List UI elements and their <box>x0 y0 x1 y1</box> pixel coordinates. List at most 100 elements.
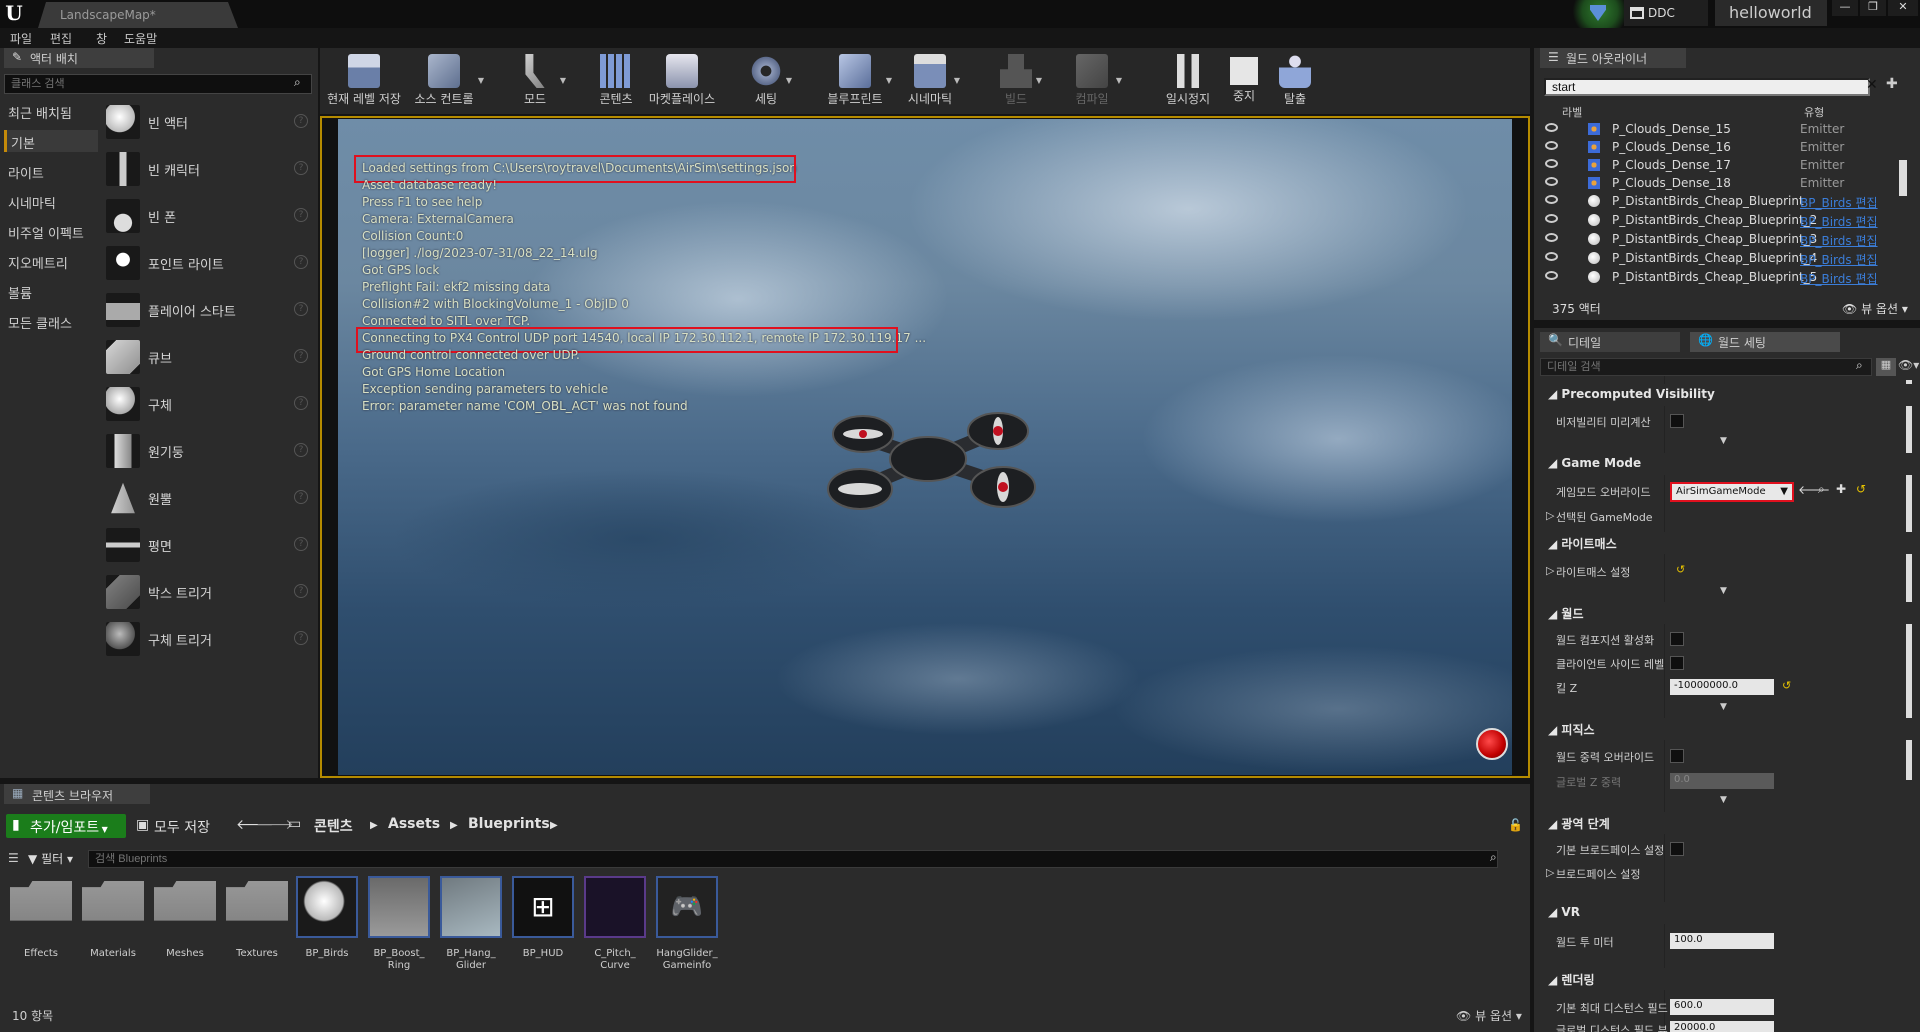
kill-z-input[interactable]: -10000000.0 <box>1670 679 1774 695</box>
outliner-row[interactable]: P_Clouds_Dense_17 Emitter <box>1542 156 1906 175</box>
prop-selected-gamemode[interactable]: ▷ 선택된 GameMode <box>1538 505 1914 527</box>
outliner-row[interactable]: P_Clouds_Dense_18 Emitter <box>1542 174 1906 193</box>
place-actors-tab[interactable]: ✎ 액터 배치 <box>4 48 154 68</box>
help-icon[interactable]: ? <box>294 537 308 551</box>
category-all-classes[interactable]: 모든 클래스 <box>4 310 96 332</box>
section-precomputed-visibility[interactable]: ◢ Precomputed Visibility <box>1538 384 1914 406</box>
section-broadphase[interactable]: ◢ 광역 단계 <box>1538 812 1914 834</box>
outliner-row[interactable]: P_DistantBirds_Cheap_Blueprint_3 BP_Birds… <box>1542 230 1906 249</box>
class-search-input[interactable] <box>4 74 312 94</box>
edit-blueprint-link[interactable]: BP_Birds 편집 <box>1800 251 1878 268</box>
category-cinematic[interactable]: 시네마틱 <box>4 190 96 212</box>
category-lights[interactable]: 라이트 <box>4 160 96 182</box>
place-item-empty-actor[interactable]: 빈 액터? <box>104 99 310 145</box>
place-item-sphere-trigger[interactable]: 구체 트리거? <box>104 616 310 662</box>
eye-icon[interactable]: 👁▾ <box>1898 358 1919 372</box>
help-icon[interactable]: ? <box>294 490 308 504</box>
details-tab[interactable]: 🔍 디테일 <box>1540 332 1680 352</box>
help-icon[interactable]: ? <box>294 208 308 222</box>
help-icon[interactable]: ? <box>294 396 308 410</box>
ddc-button[interactable]: DDC <box>1624 0 1708 26</box>
section-lightmass[interactable]: ◢ 라이트매스 <box>1538 532 1914 554</box>
expand-arrow-icon[interactable]: ▼ <box>1720 795 1727 805</box>
place-item-empty-character[interactable]: 빈 캐릭터? <box>104 146 310 192</box>
filter-button[interactable]: ▼ 필터 ▾ <box>28 850 73 867</box>
global-distance-field-input[interactable]: 20000.0 <box>1670 1021 1774 1032</box>
use-selected-arrow-icon[interactable]: 🡐 <box>1798 482 1830 497</box>
record-button[interactable] <box>1476 728 1508 760</box>
source-control-button[interactable]: 소스 컨트롤 ▼ <box>408 48 484 114</box>
place-item-plane[interactable]: 평면? <box>104 522 310 568</box>
eye-icon[interactable] <box>1545 271 1558 280</box>
edit-blueprint-link[interactable]: BP_Birds 편집 <box>1800 270 1878 287</box>
outliner-row[interactable]: P_DistantBirds_Cheap_Blueprint BP_Birds 편… <box>1542 192 1906 211</box>
help-icon[interactable]: ? <box>294 114 308 128</box>
category-basic[interactable]: 기본 <box>4 130 98 152</box>
edit-blueprint-link[interactable]: BP_Birds 편집 <box>1800 194 1878 211</box>
sources-toggle-icon[interactable]: ☰ <box>8 851 19 865</box>
outliner-row[interactable]: P_DistantBirds_Cheap_Blueprint_4 BP_Birds… <box>1542 249 1906 268</box>
breadcrumb-assets[interactable]: Assets <box>388 816 440 832</box>
content-browser-tab[interactable]: ▦ 콘텐츠 브라우저 <box>4 784 150 804</box>
pause-button[interactable]: 일시정지 <box>1164 48 1212 114</box>
checkbox[interactable] <box>1670 632 1684 646</box>
blueprints-button[interactable]: 블루프린트 ▼ <box>822 48 892 114</box>
edit-blueprint-link[interactable]: BP_Birds 편집 <box>1800 213 1878 230</box>
eye-icon[interactable] <box>1545 195 1558 204</box>
modes-button[interactable]: 모드 ▼ <box>508 48 566 114</box>
prop-lightmass-settings[interactable]: ▷ 라이트매스 설정 ↺ <box>1538 560 1914 582</box>
section-vr[interactable]: ◢ VR <box>1538 902 1914 924</box>
browse-icon[interactable]: ⌕ <box>1818 482 1825 497</box>
menu-edit[interactable]: 편집 <box>50 30 72 47</box>
eye-icon[interactable] <box>1545 252 1558 261</box>
column-header-label[interactable]: 라벨 <box>1562 104 1582 120</box>
place-item-box-trigger[interactable]: 박스 트리거? <box>104 569 310 615</box>
checkbox[interactable] <box>1670 842 1684 856</box>
content-button[interactable]: 콘텐츠 <box>590 48 642 114</box>
settings-button[interactable]: 세팅 ▼ <box>744 48 792 114</box>
help-icon[interactable]: ? <box>294 302 308 316</box>
category-recent[interactable]: 최근 배치됨 <box>4 100 96 122</box>
reset-icon[interactable]: ↺ <box>1676 563 1685 576</box>
compile-button[interactable]: 컴파일 ▼ <box>1066 48 1122 114</box>
global-gravity-input[interactable]: 0.0 <box>1670 773 1774 789</box>
help-icon[interactable]: ? <box>294 584 308 598</box>
lock-icon[interactable]: 🔓 <box>1508 818 1523 832</box>
eye-icon[interactable] <box>1545 214 1558 223</box>
place-item-point-light[interactable]: 포인트 라이트? <box>104 240 310 286</box>
outliner-search-input[interactable] <box>1544 78 1870 96</box>
add-actor-icon[interactable]: ✚ <box>1886 76 1898 92</box>
details-search-input[interactable] <box>1540 358 1872 376</box>
outliner-row[interactable]: P_DistantBirds_Cheap_Blueprint_5 BP_Birds… <box>1542 268 1906 287</box>
world-settings-tab[interactable]: 🌐 월드 세팅 <box>1690 332 1840 352</box>
folder-open-icon[interactable]: ▭ <box>288 816 301 832</box>
place-item-cone[interactable]: 원뿔? <box>104 475 310 521</box>
menu-window[interactable]: 창 <box>96 30 107 47</box>
place-item-sphere[interactable]: 구체? <box>104 381 310 427</box>
section-rendering[interactable]: ◢ 렌더링 <box>1538 968 1914 990</box>
help-icon[interactable]: ? <box>294 255 308 269</box>
menu-file[interactable]: 파일 <box>10 30 32 47</box>
eye-icon[interactable] <box>1545 123 1558 132</box>
asset-search-input[interactable] <box>88 850 1498 868</box>
category-volumes[interactable]: 볼륨 <box>4 280 96 302</box>
eye-icon[interactable] <box>1545 177 1558 186</box>
level-viewport[interactable] <box>338 119 1512 775</box>
property-matrix-icon[interactable]: ▦ <box>1876 358 1896 376</box>
outliner-row[interactable]: P_Clouds_Dense_15 Emitter <box>1542 120 1906 139</box>
close-button[interactable]: ✕ <box>1888 0 1918 16</box>
outliner-row[interactable]: P_Clouds_Dense_16 Emitter <box>1542 138 1906 157</box>
world-outliner-tab[interactable]: ☰ 월드 아웃라이너 <box>1540 48 1686 68</box>
expand-arrow-icon[interactable]: ▼ <box>1720 702 1727 712</box>
checkbox[interactable] <box>1670 749 1684 763</box>
add-icon[interactable]: ✚ <box>1836 482 1846 496</box>
checkbox[interactable] <box>1670 656 1684 670</box>
help-icon[interactable]: ? <box>294 161 308 175</box>
help-icon[interactable]: ? <box>294 631 308 645</box>
edit-blueprint-link[interactable]: BP_Birds 편집 <box>1800 232 1878 249</box>
save-all-button[interactable]: ▣ 모두 저장 <box>134 814 234 838</box>
section-world[interactable]: ◢ 월드 <box>1538 602 1914 624</box>
build-button[interactable]: 빌드 ▼ <box>994 48 1042 114</box>
eye-icon[interactable] <box>1545 233 1558 242</box>
save-level-button[interactable]: 현재 레벨 저장 <box>324 48 404 114</box>
